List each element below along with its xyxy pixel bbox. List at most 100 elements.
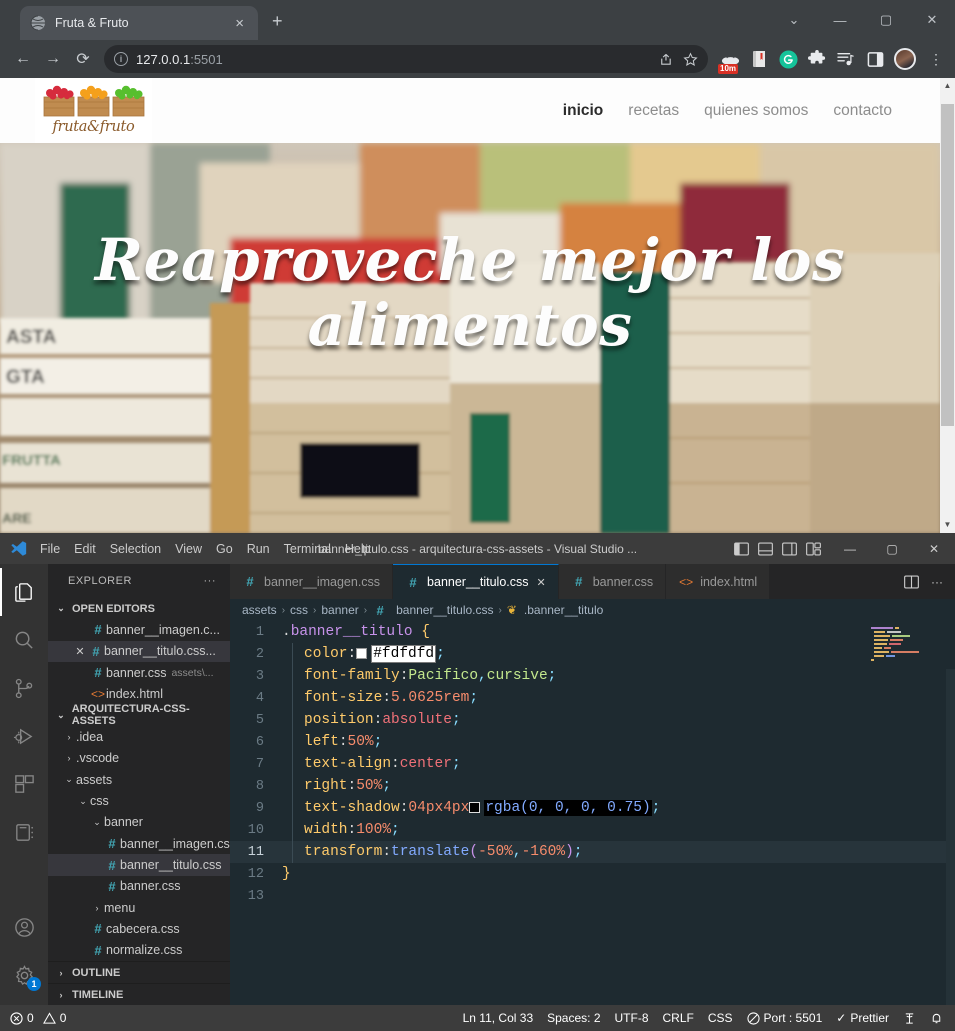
- tree-item-cabecera-css[interactable]: # cabecera.css: [48, 918, 230, 939]
- status-remote-icon[interactable]: [903, 1012, 916, 1025]
- source-control-icon[interactable]: [0, 664, 48, 712]
- menu-file[interactable]: File: [40, 542, 60, 556]
- vscode-minimize-button[interactable]: —: [829, 533, 871, 564]
- tree-item-banner-titulo-css[interactable]: # banner__titulo.css: [48, 854, 230, 876]
- browser-menu-icon[interactable]: ⋮: [925, 51, 947, 68]
- toggle-panel-icon[interactable]: [758, 542, 773, 556]
- open-editor-item[interactable]: ✕ # banner__titulo.css...: [48, 640, 230, 662]
- status-eol[interactable]: CRLF: [663, 1011, 694, 1025]
- forward-button[interactable]: →: [38, 44, 68, 74]
- open-editor-item[interactable]: # banner__imagen.c...: [48, 619, 230, 640]
- nav-item-inicio[interactable]: inicio: [563, 102, 603, 120]
- close-window-button[interactable]: ✕: [909, 12, 955, 28]
- address-bar[interactable]: i 127.0.0.1:5501: [104, 45, 708, 73]
- timer-extension-icon[interactable]: 10m: [718, 49, 740, 74]
- sidebar-more-icon[interactable]: ···: [204, 575, 217, 587]
- status-notifications-bell-icon[interactable]: [930, 1012, 943, 1025]
- rgba-value[interactable]: rgba(0, 0, 0, 0.75): [485, 800, 650, 816]
- status-prettier[interactable]: ✓ Prettier: [836, 1011, 889, 1025]
- timeline-section-header[interactable]: › TIMELINE: [48, 983, 230, 1005]
- menu-view[interactable]: View: [175, 542, 202, 556]
- status-cursor-position[interactable]: Ln 11, Col 33: [463, 1011, 534, 1025]
- menu-run[interactable]: Run: [247, 542, 270, 556]
- page-scrollbar[interactable]: ▲ ▼: [940, 78, 955, 533]
- editor-tab-banner-imagen[interactable]: # banner__imagen.css: [230, 564, 394, 599]
- editor-tab-banner[interactable]: # banner.css: [558, 564, 667, 599]
- extensions-icon[interactable]: [0, 760, 48, 808]
- outline-section-header[interactable]: › OUTLINE: [48, 961, 230, 983]
- close-icon[interactable]: ×: [231, 14, 248, 33]
- nav-item-recetas[interactable]: recetas: [628, 102, 679, 120]
- reload-button[interactable]: ⟳: [68, 44, 98, 74]
- breadcrumb-assets[interactable]: assets: [242, 603, 277, 617]
- site-info-icon[interactable]: i: [114, 52, 128, 66]
- tab-search-icon[interactable]: ⌄: [771, 12, 817, 28]
- tree-item-banner[interactable]: ⌄ banner: [48, 812, 230, 833]
- split-editor-icon[interactable]: [904, 575, 919, 589]
- editor-more-icon[interactable]: ···: [931, 575, 943, 589]
- vscode-maximize-button[interactable]: ▢: [871, 533, 913, 564]
- remote-explorer-icon[interactable]: [0, 808, 48, 856]
- new-tab-button[interactable]: +: [272, 12, 283, 30]
- maximize-button[interactable]: ▢: [863, 12, 909, 28]
- puzzle-extensions-icon[interactable]: [807, 49, 827, 69]
- profile-avatar[interactable]: [894, 48, 916, 70]
- tree-item-normalize-css[interactable]: # normalize.css: [48, 940, 230, 961]
- vscode-close-button[interactable]: ✕: [913, 533, 955, 564]
- explorer-icon[interactable]: [0, 568, 48, 616]
- tree-item-banner-css[interactable]: # banner.css: [48, 876, 230, 897]
- tree-item-assets[interactable]: ⌄ assets: [48, 769, 230, 790]
- accounts-icon[interactable]: [0, 903, 48, 951]
- dictionary-extension-icon[interactable]: [749, 49, 769, 69]
- back-button[interactable]: ←: [8, 44, 38, 74]
- scroll-down-arrow[interactable]: ▼: [940, 517, 955, 533]
- code-editor[interactable]: 1 .banner__titulo { 2 color: #fdfdfd; 3 …: [230, 621, 955, 1005]
- status-encoding[interactable]: UTF-8: [615, 1011, 649, 1025]
- color-swatch[interactable]: [469, 801, 481, 813]
- open-editor-item[interactable]: <> index.html: [48, 683, 230, 704]
- project-folder-header[interactable]: ⌄ ARQUITECTURA-CSS-ASSETS: [48, 703, 230, 727]
- color-value-inline-editor[interactable]: #fdfdfd: [371, 645, 437, 663]
- status-indentation[interactable]: Spaces: 2: [547, 1011, 600, 1025]
- tree-item-css[interactable]: ⌄ css: [48, 790, 230, 811]
- menu-terminal[interactable]: Terminal: [284, 542, 331, 556]
- scroll-up-arrow[interactable]: ▲: [940, 78, 955, 94]
- side-panel-icon[interactable]: [865, 49, 885, 69]
- breadcrumb-symbol[interactable]: .banner__titulo: [524, 603, 603, 617]
- status-language-mode[interactable]: CSS: [708, 1011, 733, 1025]
- menu-selection[interactable]: Selection: [110, 542, 161, 556]
- status-live-server-port[interactable]: Port : 5501: [746, 1011, 822, 1025]
- nav-item-quienes-somos[interactable]: quienes somos: [704, 102, 808, 120]
- color-swatch[interactable]: [356, 647, 368, 659]
- editor-minimap[interactable]: [869, 625, 941, 665]
- grammarly-extension-icon[interactable]: [778, 49, 798, 69]
- tree-item-vscode[interactable]: › .vscode: [48, 748, 230, 769]
- nav-item-contacto[interactable]: contacto: [833, 102, 892, 120]
- close-icon[interactable]: ✕: [537, 576, 546, 589]
- menu-help[interactable]: Help: [345, 542, 371, 556]
- open-editors-header[interactable]: ⌄ OPEN EDITORS: [48, 597, 230, 620]
- tree-item-banner-imagen-css[interactable]: # banner__imagen.css: [48, 833, 230, 854]
- menu-go[interactable]: Go: [216, 542, 233, 556]
- editor-tab-index-html[interactable]: <> index.html: [666, 564, 771, 599]
- toggle-secondary-sidebar-icon[interactable]: [782, 542, 797, 556]
- run-and-debug-icon[interactable]: [0, 712, 48, 760]
- browser-tab[interactable]: Fruta & Fruto ×: [20, 6, 258, 40]
- breadcrumb-css[interactable]: css: [290, 603, 308, 617]
- breadcrumb-file[interactable]: banner__titulo.css: [396, 603, 493, 617]
- settings-gear-icon[interactable]: 1: [0, 951, 48, 999]
- editor-tab-banner-titulo[interactable]: # banner__titulo.css ✕: [393, 564, 559, 599]
- reading-list-icon[interactable]: [836, 49, 856, 69]
- search-icon[interactable]: [0, 616, 48, 664]
- scrollbar-thumb[interactable]: [941, 104, 954, 426]
- status-problems[interactable]: 0 0: [10, 1011, 66, 1025]
- editor-overview-ruler[interactable]: [946, 669, 955, 1005]
- toggle-primary-sidebar-icon[interactable]: [734, 542, 749, 556]
- tree-item-idea[interactable]: › .idea: [48, 726, 230, 747]
- minimize-button[interactable]: —: [817, 13, 863, 28]
- menu-edit[interactable]: Edit: [74, 542, 96, 556]
- breadcrumb-banner[interactable]: banner: [321, 603, 358, 617]
- close-icon[interactable]: ✕: [72, 645, 88, 658]
- customize-layout-icon[interactable]: [806, 542, 821, 556]
- site-logo[interactable]: fruta&fruto: [35, 78, 152, 143]
